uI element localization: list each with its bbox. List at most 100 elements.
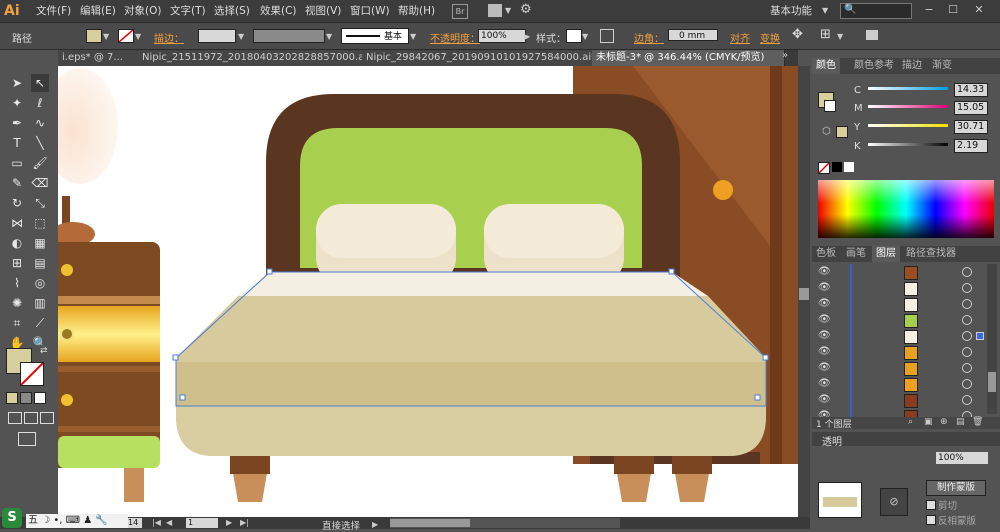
color-spectrum[interactable] [818,180,994,238]
layer-row[interactable]: 👁 [812,392,988,409]
magic-wand-icon[interactable]: ✦ [8,94,26,112]
curvature-tool-icon[interactable]: ∿ [31,114,49,132]
target-circle-icon[interactable] [962,347,972,357]
tab-stroke[interactable]: 描边 [898,58,926,74]
visibility-eye-icon[interactable]: 👁 [818,314,831,326]
bridge-icon[interactable]: Br [452,4,468,19]
target-circle-icon[interactable] [962,363,972,373]
lasso-icon[interactable]: ℓ [31,94,49,112]
column-graph-icon[interactable]: ▥ [31,294,49,312]
mask-placeholder-icon[interactable]: ⊘ [880,488,908,516]
symbol-sprayer-icon[interactable]: ✺ [8,294,26,312]
panel-menu-icon[interactable] [866,30,878,40]
visibility-eye-icon[interactable]: 👁 [818,298,831,310]
chevron-right-icon[interactable]: ▶ [524,32,530,41]
menu-window[interactable]: 窗口(W) [350,3,390,19]
tab-overflow-icon[interactable]: » [782,50,788,61]
slider-track-k[interactable] [868,143,948,146]
delete-layer-icon[interactable]: 🗑 [972,417,983,427]
horizontal-scrollbar[interactable] [390,518,620,528]
menu-effect[interactable]: 效果(C) [260,3,297,19]
draw-inside-icon[interactable] [40,412,54,424]
brush-definition[interactable]: 基本 [341,28,409,44]
slider-value-k[interactable]: 2.19 [954,139,988,153]
stroke-weight-field[interactable] [198,29,236,43]
chevron-down-icon[interactable]: ▼ [837,32,843,41]
tab-doc-1[interactable]: i.eps* @ 7... [58,50,143,66]
menu-select[interactable]: 选择(S) [214,3,250,19]
graphic-style-swatch[interactable] [566,29,582,43]
scrollbar-thumb[interactable] [988,372,996,392]
arrange-documents-icon[interactable] [488,4,502,17]
chevron-down-icon[interactable]: ▼ [410,32,416,41]
layer-row[interactable]: 👁 [812,376,988,393]
target-circle-icon[interactable] [962,395,972,405]
free-transform-icon[interactable]: ⬚ [31,214,49,232]
stroke-swatch[interactable] [118,29,134,43]
new-layer-icon[interactable]: ▤ [956,417,965,427]
target-circle-icon[interactable] [962,331,972,341]
pencil-icon[interactable]: ✎ [8,174,26,192]
last-page-icon[interactable]: ▶| [240,518,249,527]
workspace-switcher[interactable]: 基本功能 [770,3,812,18]
tab-brushes[interactable]: 画笔 [842,246,870,262]
gradient-tool-icon[interactable]: ▤ [31,254,49,272]
menu-view[interactable]: 视图(V) [305,3,341,19]
target-circle-icon[interactable] [962,267,972,277]
gpu-icon[interactable]: ⚙ [520,2,532,17]
corner-radius-field[interactable]: 0 mm [668,29,718,41]
chevron-down-icon[interactable]: ▼ [582,32,588,41]
layers-scrollbar[interactable] [987,264,997,414]
draw-normal-icon[interactable] [8,412,22,424]
maximize-button[interactable]: ☐ [946,4,960,16]
artboard-canvas[interactable] [58,66,798,517]
visibility-eye-icon[interactable]: 👁 [818,394,831,406]
slider-value-m[interactable]: 15.05 [954,101,988,115]
visibility-eye-icon[interactable]: 👁 [818,266,831,278]
layer-row[interactable]: 👁 [812,312,988,329]
page-number-field[interactable]: 1 [186,518,218,528]
first-page-icon[interactable]: |◀ [152,518,161,527]
menu-help[interactable]: 帮助(H) [398,3,435,19]
visibility-eye-icon[interactable]: 👁 [818,282,831,294]
stroke-swatch[interactable] [824,100,836,112]
layer-row[interactable]: 👁 [812,360,988,377]
chevron-down-icon[interactable]: ▼ [135,32,141,41]
mesh-tool-icon[interactable]: ⊞ [8,254,26,272]
corner-link[interactable]: 边角： [634,30,664,45]
artboard-tool-icon[interactable]: ⌗ [8,314,26,332]
eyedropper-icon[interactable]: ⌇ [8,274,26,292]
width-tool-icon[interactable]: ⋈ [8,214,26,232]
target-circle-icon[interactable] [962,379,972,389]
clip-checkbox[interactable] [926,500,936,510]
vertical-scrollbar[interactable] [798,66,810,517]
layer-row[interactable]: 👁 [812,344,988,361]
gradient-mode-icon[interactable] [20,392,32,404]
menu-edit[interactable]: 编辑(E) [80,3,116,19]
close-button[interactable]: ✕ [972,4,986,16]
arrange-icon[interactable]: ⊞ [820,27,831,42]
selected-art-indicator[interactable] [976,332,984,340]
stroke-color-box[interactable] [20,362,44,386]
opacity-link[interactable]: 不透明度： [430,30,480,45]
slider-track-c[interactable] [868,87,948,90]
slice-tool-icon[interactable]: ⟋ [31,314,49,332]
rotate-tool-icon[interactable]: ↻ [8,194,26,212]
white-swatch[interactable] [844,162,854,172]
scrollbar-thumb[interactable] [799,288,809,300]
draw-behind-icon[interactable] [24,412,38,424]
tab-pathfinder[interactable]: 路径查找器 [902,246,960,262]
new-sublayer-icon[interactable]: ⊕ [940,417,948,427]
chevron-down-icon[interactable]: ▼ [505,6,511,15]
visibility-eye-icon[interactable]: 👁 [818,378,831,390]
invert-mask-checkbox[interactable] [926,515,936,525]
next-page-icon[interactable]: ▶ [226,518,232,527]
target-circle-icon[interactable] [962,283,972,293]
none-mode-icon[interactable] [34,392,46,404]
chevron-down-icon[interactable]: ▼ [103,32,109,41]
status-menu-arrow[interactable]: ▶ [372,520,378,529]
make-mask-button[interactable]: 制作蒙版 [926,480,986,496]
tab-doc-active[interactable]: 未标题-3* @ 346.44% (CMYK/预览) [592,50,785,66]
clipping-mask-icon[interactable]: ▣ [924,417,933,427]
tab-color-guide[interactable]: 颜色参考 [850,58,898,74]
